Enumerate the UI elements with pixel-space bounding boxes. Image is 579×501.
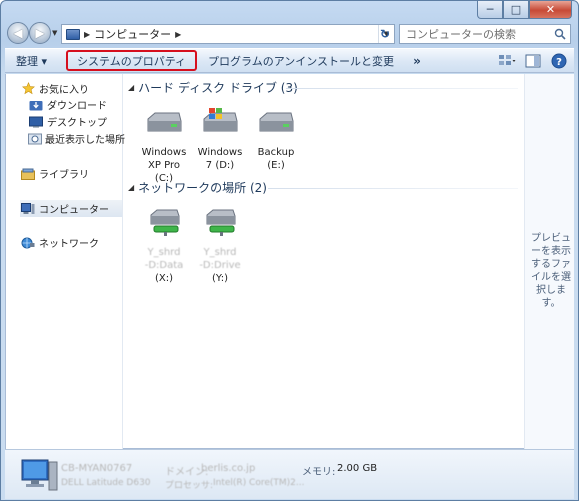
- drive-e[interactable]: Backup (E:): [247, 107, 305, 172]
- breadcrumb-chevron-icon[interactable]: ▶: [175, 30, 181, 39]
- drive-label-line2: 7 (D:): [205, 160, 235, 171]
- back-button[interactable]: ◀: [7, 22, 29, 44]
- nav-item-label: デスクトップ: [47, 118, 107, 129]
- drive-c[interactable]: Windows XP Pro (C:): [135, 107, 193, 185]
- windows-drive-icon: [203, 108, 238, 132]
- search-icon[interactable]: [554, 28, 566, 40]
- processor-value: Intel(R) Core(TM)2...: [213, 478, 305, 488]
- nav-item-label: ネットワーク: [39, 239, 99, 250]
- drive-label-line1: Y_shrd: [203, 247, 237, 258]
- window-controls: ─ □ ✕: [477, 1, 572, 19]
- search-input[interactable]: コンピューターの検索: [399, 24, 571, 44]
- uninstall-programs-button[interactable]: プログラムのアンインストールと変更: [197, 50, 405, 71]
- nav-item-computer[interactable]: コンピューター: [20, 200, 122, 217]
- network-drive-x[interactable]: Y_shrd -D:Data (X:): [135, 207, 193, 285]
- group-header-network-locations[interactable]: ◢ ネットワークの場所 (2): [128, 179, 267, 196]
- computer-icon: [66, 28, 80, 40]
- view-options-icon[interactable]: [496, 51, 518, 71]
- address-bar[interactable]: ▶ コンピューター ▶ ▼: [61, 24, 395, 44]
- more-commands-button[interactable]: »: [405, 54, 429, 68]
- details-pane: CB-MYAN0767 ドメイン: berlis.co.jp メモリ: 2.00…: [5, 449, 574, 499]
- group-title: ハード ディスク ドライブ (3): [138, 81, 298, 95]
- close-button[interactable]: ✕: [529, 1, 572, 19]
- nav-item-label: コンピューター: [39, 205, 109, 216]
- help-icon[interactable]: ?: [548, 51, 570, 71]
- preview-message: プレビューを表示するファイルを選択します。: [531, 233, 571, 309]
- organize-button[interactable]: 整理 ▾: [5, 50, 58, 71]
- memory-label: メモリ:: [302, 467, 336, 478]
- desktop-icon: [28, 115, 44, 129]
- nav-item-label: お気に入り: [39, 85, 89, 96]
- drive-label-line1: Windows: [141, 147, 187, 158]
- computer-model: DELL Latitude D630: [61, 478, 151, 488]
- search-placeholder: コンピューターの検索: [406, 28, 516, 41]
- recent-places-icon: [28, 132, 42, 146]
- drive-label-line2: (E:): [267, 160, 285, 171]
- group-header-hard-disks[interactable]: ◢ ハード ディスク ドライブ (3): [128, 79, 298, 96]
- collapse-triangle-icon[interactable]: ◢: [128, 83, 134, 92]
- computer-icon: [20, 202, 36, 216]
- drive-label-line2: -D:Drive: [199, 260, 241, 271]
- drive-label-line1: Windows: [197, 147, 243, 158]
- processor-label: プロセッサ:: [165, 481, 214, 491]
- preview-pane-icon[interactable]: [522, 51, 544, 71]
- preview-pane: プレビューを表示するファイルを選択します。: [524, 74, 574, 449]
- recent-pages-dropdown-icon[interactable]: ▼: [52, 29, 57, 37]
- drive-label-line3: (Y:): [212, 273, 228, 284]
- svg-text:?: ?: [556, 57, 562, 68]
- drive-label-line2: -D:Data: [144, 260, 184, 271]
- network-drive-icon: [206, 209, 236, 236]
- group-divider: [286, 88, 518, 89]
- nav-item-label: 最近表示した場所: [45, 135, 125, 146]
- maximize-button[interactable]: □: [503, 1, 529, 19]
- nav-item-downloads[interactable]: ダウンロード: [28, 96, 122, 113]
- star-icon: [20, 82, 36, 96]
- explorer-window: ─ □ ✕ ◀ ▶ ▼ ▶ コンピューター ▶ ▼ ↻ コンピューターの検索 整…: [0, 0, 579, 501]
- refresh-icon[interactable]: ↻: [376, 25, 394, 43]
- libraries-icon: [20, 167, 36, 181]
- navigation-bar: ◀ ▶ ▼ ▶ コンピューター ▶ ▼ ↻ コンピューターの検索: [5, 21, 574, 47]
- computer-name: CB-MYAN0767: [61, 463, 133, 474]
- drive-label-line3: (X:): [154, 273, 174, 284]
- memory-value: 2.00 GB: [337, 463, 378, 474]
- nav-item-recent-places[interactable]: 最近表示した場所: [28, 130, 125, 147]
- command-bar: 整理 ▾ システムのプロパティ プログラムのアンインストールと変更 » ?: [5, 48, 574, 73]
- hard-drive-icon: [259, 112, 294, 132]
- drive-label-line1: Backup: [257, 147, 295, 158]
- navigation-pane: お気に入り ダウンロード デスクトップ 最近表示した場所 ライブラリ コンピュー…: [6, 74, 125, 449]
- explorer-panes: お気に入り ダウンロード デスクトップ 最近表示した場所 ライブラリ コンピュー…: [5, 74, 574, 449]
- minimize-button[interactable]: ─: [477, 1, 503, 19]
- breadcrumb-computer[interactable]: コンピューター: [94, 26, 171, 42]
- group-title: ネットワークの場所 (2): [138, 181, 267, 195]
- nav-item-favorites[interactable]: お気に入り: [20, 80, 122, 97]
- drive-label-line2: XP Pro: [148, 160, 180, 171]
- hard-drive-icon: [147, 112, 182, 132]
- system-properties-button[interactable]: システムのプロパティ: [66, 50, 198, 71]
- nav-item-desktop[interactable]: デスクトップ: [28, 113, 122, 130]
- network-icon: [20, 236, 36, 250]
- nav-item-label: ライブラリ: [39, 170, 89, 181]
- nav-item-libraries[interactable]: ライブラリ: [20, 165, 122, 182]
- network-drive-icon: [150, 209, 180, 236]
- computer-icon: [21, 459, 58, 491]
- collapse-triangle-icon[interactable]: ◢: [128, 183, 134, 192]
- nav-item-label: ダウンロード: [47, 101, 107, 112]
- drive-d[interactable]: Windows 7 (D:): [191, 107, 249, 172]
- downloads-folder-icon: [28, 98, 44, 112]
- forward-button[interactable]: ▶: [29, 22, 51, 44]
- nav-item-network[interactable]: ネットワーク: [20, 234, 122, 251]
- drive-label-line1: Y_shrd: [147, 247, 181, 258]
- network-drive-y[interactable]: Y_shrd -D:Drive (Y:): [191, 207, 249, 285]
- group-divider: [268, 188, 518, 189]
- file-list: ◢ ハード ディスク ドライブ (3) Windows XP Pro (C:): [124, 74, 524, 449]
- domain-value: berlis.co.jp: [201, 463, 256, 474]
- breadcrumb-chevron-icon[interactable]: ▶: [84, 30, 90, 39]
